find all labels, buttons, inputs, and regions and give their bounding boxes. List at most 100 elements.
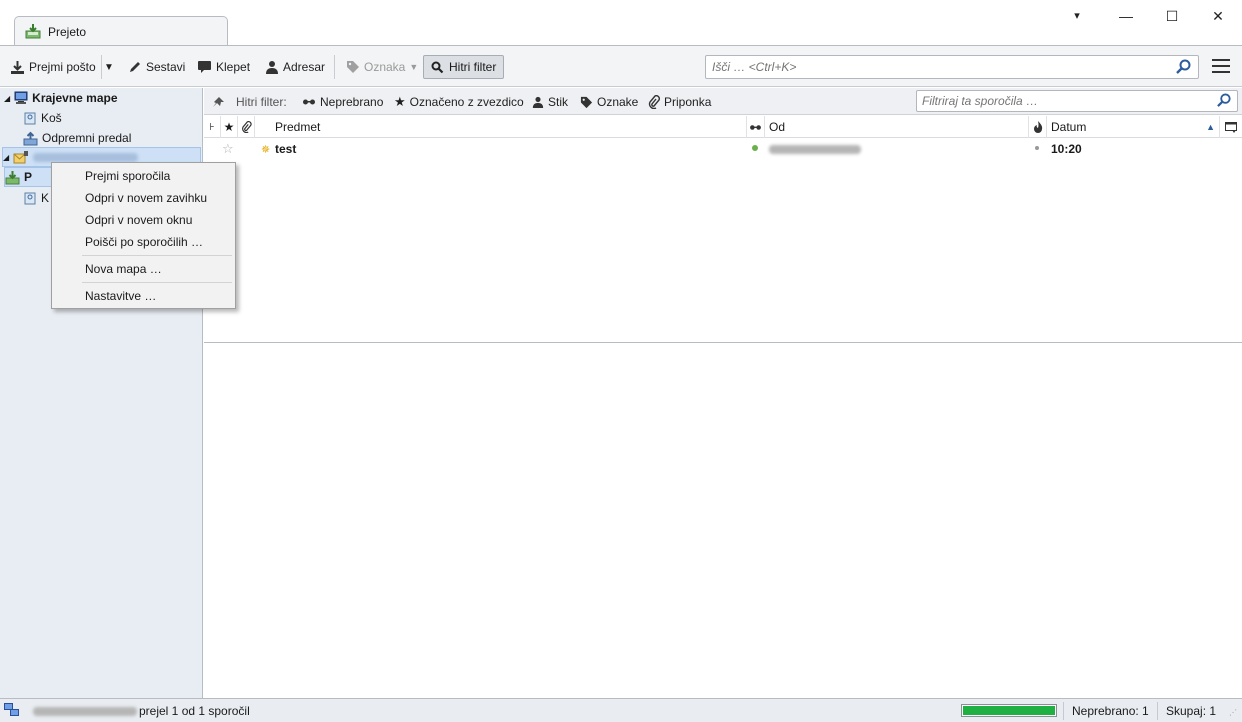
account-name-blurred [33, 152, 139, 162]
chat-button[interactable]: Klepet [197, 57, 250, 77]
message-date: 10:20 [1051, 142, 1082, 156]
folder-outbox[interactable]: Odpremni predal [23, 128, 131, 148]
address-book-button[interactable]: Adresar [265, 57, 325, 77]
sort-ascending-icon: ▲ [1206, 122, 1215, 132]
folder-inbox[interactable]: P [4, 167, 52, 187]
quick-filter-label: Hitri filter [449, 60, 497, 74]
get-mail-label: Prejmi pošto [29, 60, 96, 74]
menu-item-search-messages[interactable]: Poišči po sporočilih … [52, 231, 235, 253]
filter-messages-search[interactable] [916, 90, 1238, 112]
filter-tags-label: Oznake [597, 95, 639, 109]
thread-column-header: ⊦ ★ Predmet Od Datum ▲ [204, 116, 1242, 138]
folder-label: Krajevne mape [32, 91, 118, 105]
message-subject: test [275, 142, 297, 156]
col-star[interactable]: ★ [221, 116, 238, 138]
col-read[interactable] [747, 116, 765, 138]
outbox-icon [23, 131, 38, 145]
tag-icon [580, 96, 593, 108]
folder-trash[interactable]: Koš [23, 108, 62, 128]
folder-account-trash[interactable]: K [23, 188, 49, 208]
status-divider [1063, 702, 1064, 720]
col-subject[interactable]: Predmet [255, 116, 747, 138]
compose-button[interactable]: Sestavi [128, 57, 185, 77]
get-mail-button[interactable]: Prejmi pošto [10, 57, 96, 77]
search-icon[interactable] [1176, 59, 1192, 75]
filter-attachment-button[interactable]: Priponka [648, 94, 711, 110]
col-subject-label: Predmet [275, 120, 321, 134]
progress-bar [961, 704, 1057, 717]
menu-item-open-new-tab[interactable]: Odpri v novem zavihku [52, 187, 235, 209]
maximize-button[interactable]: ☐ [1149, 6, 1195, 26]
read-status-dot[interactable] [752, 145, 758, 151]
menu-item-open-new-window[interactable]: Odpri v novem oknu [52, 209, 235, 231]
tab-inbox[interactable]: Prejeto [14, 16, 228, 46]
quick-filter-button[interactable]: Hitri filter [423, 55, 504, 79]
thread-icon: ⊦ [209, 121, 215, 133]
folder-context-menu: Prejmi sporočila Odpri v novem zavihku O… [51, 162, 236, 309]
tree-expander-icon[interactable]: ◢ [3, 153, 9, 162]
global-search-input[interactable] [706, 56, 1166, 78]
menu-separator [82, 255, 232, 256]
tag-button[interactable]: Oznaka ▼ [346, 57, 418, 77]
col-attachment[interactable] [238, 116, 255, 138]
get-mail-dropdown[interactable]: ▼ [104, 57, 114, 77]
table-row[interactable]: ☆ ✵ test 10:20 [204, 139, 1242, 159]
sticky-pin-button[interactable] [211, 94, 227, 110]
main-toolbar: Prejmi pošto ▼ Sestavi Klepet Adresar Oz… [0, 45, 1242, 87]
column-picker-icon [1225, 121, 1237, 133]
tree-expander-icon[interactable]: ◢ [4, 94, 10, 103]
filter-contact-button[interactable]: Stik [532, 94, 568, 110]
app-menu-icon[interactable] [1212, 59, 1230, 75]
person-icon [266, 61, 278, 74]
filter-messages-input[interactable] [917, 91, 1207, 111]
network-status-icon[interactable] [4, 703, 20, 717]
pencil-icon [130, 62, 140, 72]
title-bar: Prejeto ▾ — ☐ ✕ [0, 0, 1242, 46]
star-icon: ★ [394, 94, 406, 109]
flame-icon [1033, 121, 1042, 133]
status-message: prejel 1 od 1 sporočil [139, 704, 250, 718]
thread-pane: ⊦ ★ Predmet Od Datum ▲ ☆ ✵ test 10:20 [204, 116, 1242, 342]
filter-starred-button[interactable]: ★ Označeno z zvezdico [394, 94, 524, 110]
folder-local-folders[interactable]: ◢ Krajevne mape [4, 88, 118, 108]
tab-label: Prejeto [48, 25, 87, 39]
close-button[interactable]: ✕ [1195, 6, 1241, 26]
message-from [769, 141, 861, 157]
inbox-icon [5, 170, 20, 184]
star-toggle-icon[interactable]: ☆ [222, 141, 234, 157]
minimize-button[interactable]: — [1103, 6, 1149, 26]
tag-label: Oznaka [364, 60, 406, 74]
chevron-down-icon: ▼ [104, 61, 114, 73]
filter-unread-label: Neprebrano [320, 95, 384, 109]
tab-list-dropdown[interactable]: ▾ [1054, 6, 1100, 26]
col-junk[interactable] [1029, 116, 1047, 138]
col-date-label: Datum [1051, 120, 1087, 134]
menu-item-new-folder[interactable]: Nova mapa … [52, 258, 235, 280]
search-icon[interactable] [1217, 93, 1232, 108]
account-email-blurred [33, 707, 137, 716]
col-date[interactable]: Datum ▲ [1047, 116, 1220, 138]
filter-unread-button[interactable]: Neprebrano [302, 94, 383, 110]
folder-label: P [24, 170, 33, 184]
address-book-label: Adresar [283, 60, 326, 74]
person-icon [532, 96, 544, 108]
quick-filter-heading: Hitri filter: [236, 95, 287, 109]
global-search[interactable] [705, 55, 1199, 79]
star-icon: ★ [223, 120, 235, 134]
resize-grip-icon[interactable]: ⋰ [1229, 708, 1237, 717]
paperclip-icon [648, 95, 660, 109]
status-bar: prejel 1 od 1 sporočil Neprebrano: 1 Sku… [0, 698, 1242, 722]
filter-tags-button[interactable]: Oznake [580, 94, 638, 110]
toolbar-divider [334, 55, 335, 79]
mail-account-icon [13, 151, 29, 164]
col-thread[interactable]: ⊦ [204, 116, 221, 138]
column-picker-button[interactable] [1220, 116, 1242, 138]
chevron-down-icon: ▼ [409, 62, 419, 72]
menu-item-get-messages[interactable]: Prejmi sporočila [52, 165, 235, 187]
folder-label: K [41, 191, 50, 205]
filter-attachment-label: Priponka [664, 95, 712, 109]
menu-item-properties[interactable]: Nastavitve … [52, 285, 235, 307]
trash-icon [24, 112, 36, 125]
col-from[interactable]: Od [765, 116, 1029, 138]
junk-status-dot[interactable] [1035, 146, 1039, 150]
